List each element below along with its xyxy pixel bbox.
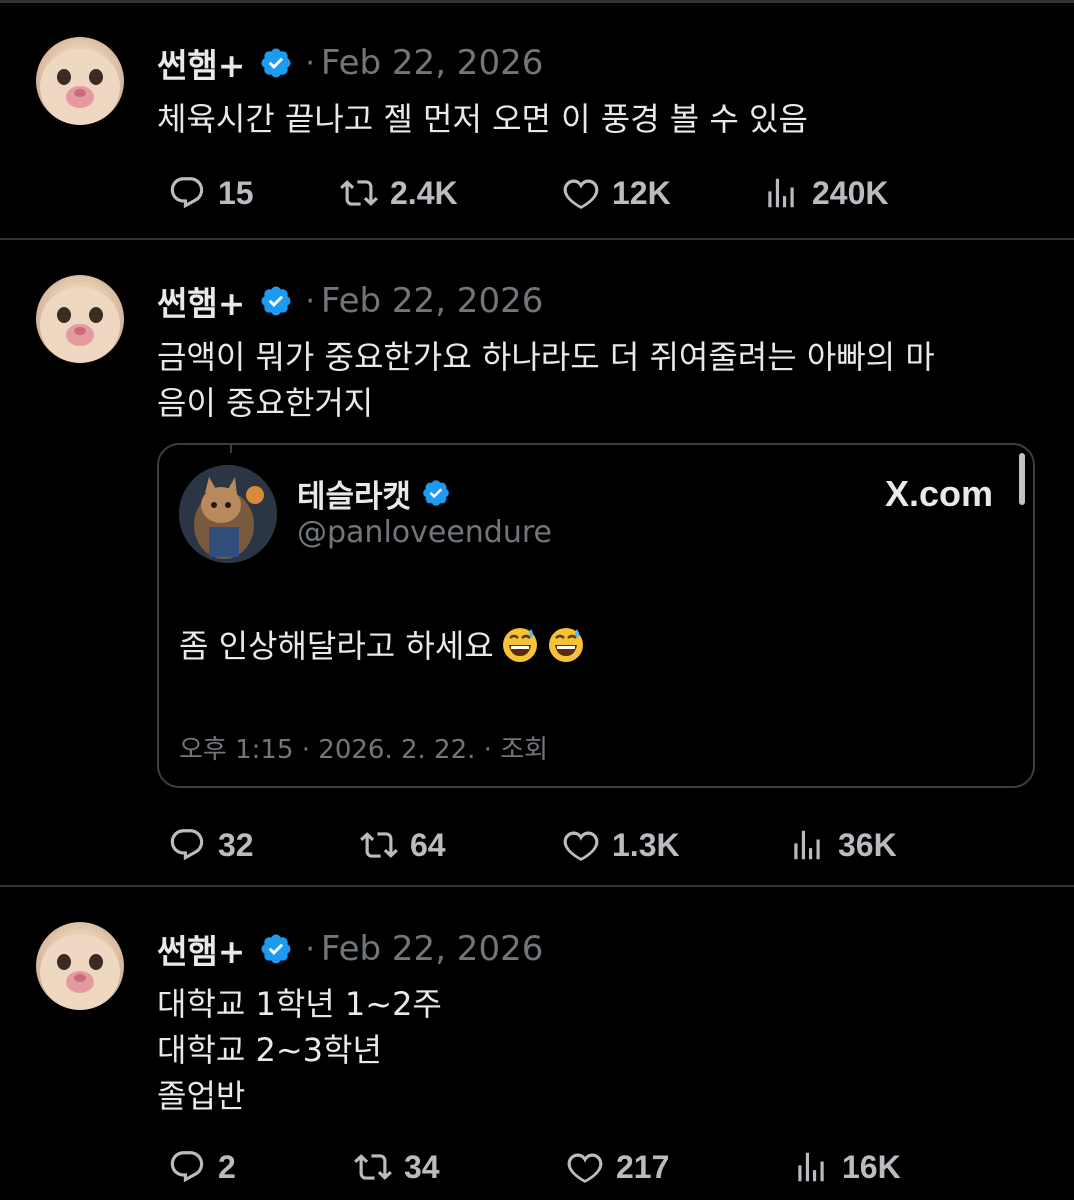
- tweet-actions: 15 2.4K 12K 240K: [0, 171, 1074, 215]
- like-button[interactable]: 12K: [562, 171, 671, 215]
- tweet-header: 썬햄+ · Feb 22, 2026: [157, 927, 543, 971]
- views-icon: [762, 174, 800, 212]
- tweet-text: 대학교 1학년 1~2주 대학교 2~3학년 졸업반: [157, 981, 1037, 1119]
- reply-count: 2: [218, 1148, 236, 1185]
- tweet-header: 썬햄+ · Feb 22, 2026: [157, 41, 543, 85]
- reply-icon: [168, 1148, 206, 1186]
- reply-icon: [168, 174, 206, 212]
- views-count: 36K: [838, 826, 897, 863]
- thread-mark: [230, 443, 232, 453]
- tweet-text-line: 음이 중요한거지: [157, 384, 374, 422]
- tweet-header: 썬햄+ · Feb 22, 2026: [157, 279, 543, 323]
- separator-dot: ·: [305, 283, 315, 319]
- scrollbar-thumb[interactable]: [1019, 453, 1025, 505]
- tweet-date[interactable]: Feb 22, 2026: [321, 43, 543, 83]
- views-icon: [788, 826, 826, 864]
- reply-count: 32: [218, 826, 254, 863]
- tweet-text-line: 대학교 1학년 1~2주: [157, 985, 442, 1023]
- repost-icon: [360, 826, 398, 864]
- repost-button[interactable]: 2.4K: [340, 171, 458, 215]
- grinning-sweat-emoji: [546, 624, 586, 664]
- verified-badge-icon: [421, 478, 451, 508]
- verified-badge-icon: [259, 284, 293, 318]
- like-button[interactable]: 217: [566, 1145, 669, 1189]
- repost-icon: [340, 174, 378, 212]
- tweet-text-line: 체육시간 끝나고 젤 먼저 오면 이 풍경 볼 수 있음: [157, 100, 808, 138]
- quoted-tweet-meta: 오후 1:15 · 2026. 2. 22. · 조회: [179, 735, 549, 765]
- reply-button[interactable]: 15: [168, 171, 254, 215]
- tweet-1[interactable]: 썬햄+ · Feb 22, 2026 체육시간 끝나고 젤 먼저 오면 이 풍경…: [0, 0, 1074, 240]
- tweet-actions: 32 64 1.3K 36K: [0, 823, 1074, 867]
- quoted-author-handle[interactable]: @panloveendure: [297, 515, 552, 550]
- repost-count: 2.4K: [390, 174, 458, 211]
- x-logo-text[interactable]: X.com: [885, 473, 993, 515]
- verified-badge-icon: [259, 46, 293, 80]
- author-name[interactable]: 썬햄+: [157, 925, 245, 973]
- tweet-text: 체육시간 끝나고 젤 먼저 오면 이 풍경 볼 수 있음: [157, 96, 1037, 142]
- author-name[interactable]: 썬햄+: [157, 277, 245, 325]
- quoted-tweet-card[interactable]: 테슬라캣 @panloveendure X.com 좀 인상해달라고 하세요 오…: [157, 443, 1035, 788]
- reply-count: 15: [218, 174, 254, 211]
- verified-badge-icon: [259, 932, 293, 966]
- separator-dot: ·: [305, 45, 315, 81]
- repost-button[interactable]: 34: [354, 1145, 440, 1189]
- like-button[interactable]: 1.3K: [562, 823, 680, 867]
- separator-dot: ·: [305, 931, 315, 967]
- tweet-text: 금액이 뭐가 중요한가요 하나라도 더 쥐여줄려는 아빠의 마 음이 중요한거지: [157, 334, 1037, 426]
- views-button[interactable]: 16K: [792, 1145, 901, 1189]
- author-avatar[interactable]: [36, 275, 124, 363]
- tweet-3[interactable]: 썬햄+ · Feb 22, 2026 대학교 1학년 1~2주 대학교 2~3학…: [0, 887, 1074, 1200]
- views-button[interactable]: 240K: [762, 171, 889, 215]
- grinning-sweat-emoji: [500, 624, 540, 664]
- heart-icon: [562, 174, 600, 212]
- tweet-date[interactable]: Feb 22, 2026: [321, 929, 543, 969]
- tweet-actions: 2 34 217 16K: [0, 1145, 1074, 1189]
- heart-icon: [562, 826, 600, 864]
- quoted-text-body: 좀 인상해달라고 하세요: [179, 627, 494, 665]
- views-button[interactable]: 36K: [788, 823, 897, 867]
- like-count: 12K: [612, 174, 671, 211]
- author-avatar[interactable]: [36, 922, 124, 1010]
- tweet-text-line: 대학교 2~3학년: [157, 1031, 382, 1069]
- tweet-text-line: 졸업반: [157, 1077, 246, 1115]
- like-count: 1.3K: [612, 826, 680, 863]
- views-count: 240K: [812, 174, 889, 211]
- author-avatar[interactable]: [36, 37, 124, 125]
- reply-button[interactable]: 2: [168, 1145, 236, 1189]
- tweet-date[interactable]: Feb 22, 2026: [321, 281, 543, 321]
- repost-count: 64: [410, 826, 446, 863]
- reply-button[interactable]: 32: [168, 823, 254, 867]
- heart-icon: [566, 1148, 604, 1186]
- reply-icon: [168, 826, 206, 864]
- repost-button[interactable]: 64: [360, 823, 446, 867]
- tweet-text-line: 금액이 뭐가 중요한가요 하나라도 더 쥐여줄려는 아빠의 마: [157, 338, 935, 376]
- quoted-tweet-text: 좀 인상해달라고 하세요: [179, 621, 586, 667]
- like-count: 217: [616, 1148, 670, 1185]
- views-icon: [792, 1148, 830, 1186]
- views-count: 16K: [842, 1148, 901, 1185]
- repost-icon: [354, 1148, 392, 1186]
- repost-count: 34: [404, 1148, 440, 1185]
- quoted-author-avatar[interactable]: [179, 465, 277, 563]
- author-name[interactable]: 썬햄+: [157, 39, 245, 87]
- quoted-author-name[interactable]: 테슬라캣: [297, 471, 411, 516]
- quoted-header: 테슬라캣: [297, 471, 451, 516]
